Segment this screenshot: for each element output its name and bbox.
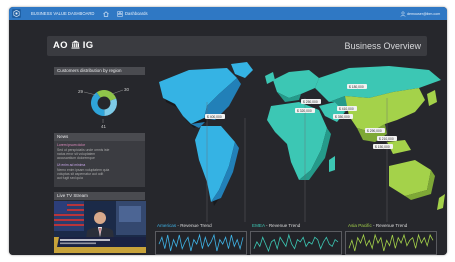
news-panel-title: News — [54, 133, 145, 141]
news-line: accusantium doloremque — [57, 155, 95, 160]
org-suffix: IG — [82, 40, 94, 51]
live-video[interactable] — [54, 201, 146, 253]
trend-title-asia-pacific: Asia Pacific - Revenue Trend — [348, 223, 407, 228]
video-frame — [54, 201, 146, 253]
world-map-svg: $ 400,000 $ 250,000 $ 320,000 $ 410,000 … — [159, 62, 445, 222]
callout-label: $ 410,000 — [339, 107, 354, 111]
south-america[interactable] — [195, 126, 239, 202]
trend-chart-emea[interactable] — [250, 231, 342, 255]
callout-4[interactable]: $ 180,000 — [347, 84, 367, 89]
callout-label: $ 210,000 — [379, 137, 394, 141]
donut-slice-0[interactable] — [96, 90, 117, 101]
user-email[interactable]: demouser@ibm.com — [407, 12, 440, 16]
org-logo: AO IG — [53, 40, 93, 51]
live-panel-title: Live TV Stream — [54, 192, 145, 200]
callout-label: $ 350,000 — [335, 115, 350, 119]
trend-title-americas: Americas - Revenue Trend — [157, 223, 212, 228]
callout-label: $ 180,000 — [349, 85, 364, 89]
app-title: BUSINESS VALUE DASHBOARD — [31, 11, 95, 17]
callout-2[interactable]: $ 320,000 — [295, 108, 315, 113]
callout-8[interactable]: $ 150,000 — [373, 144, 393, 149]
trend-chart-americas[interactable] — [155, 231, 247, 255]
org-prefix: AO — [53, 40, 68, 51]
trend-line-americas — [158, 233, 244, 252]
trend-title-emea: EMEA - Revenue Trend — [252, 223, 300, 228]
page-title: Business Overview — [344, 41, 421, 51]
dashboard-window: BUSINESS VALUE DASHBOARD Dashboards demo… — [9, 7, 447, 255]
news-line: aut fugit sed quia — [57, 175, 83, 180]
trend-line-asia-pacific — [348, 233, 434, 252]
dashboard-content: AO IG Business Overview Customers distri… — [9, 20, 447, 255]
callout-label: $ 400,000 — [207, 115, 222, 119]
page-header: AO IG Business Overview — [47, 36, 427, 56]
callout-label: $ 320,000 — [297, 109, 312, 113]
breadcrumb-dashboards[interactable]: Dashboards — [125, 11, 148, 16]
callout-label: $ 150,000 — [375, 145, 390, 149]
trend-suffix: - Revenue Trend — [264, 223, 301, 228]
trend-chart-asia-pacific[interactable] — [345, 231, 437, 255]
trend-region: EMEA — [252, 223, 265, 228]
trend-region: Asia Pacific — [348, 223, 372, 228]
trend-line-emea — [253, 233, 339, 253]
callout-label: $ 290,000 — [367, 129, 382, 133]
callout-1[interactable]: $ 250,000 — [301, 99, 321, 104]
donut-label-2: 41 — [101, 124, 107, 129]
donut-panel-title: Customers distribution by region — [54, 67, 145, 75]
trend-region: Americas — [157, 223, 177, 228]
donut-slice-1[interactable] — [104, 98, 117, 116]
app-logo-icon[interactable] — [12, 9, 21, 18]
world-map: $ 400,000 $ 250,000 $ 320,000 $ 410,000 … — [149, 62, 447, 227]
user-icon[interactable] — [400, 11, 406, 17]
trend-suffix: - Revenue Trend — [176, 223, 212, 228]
dashboards-icon[interactable] — [117, 10, 123, 17]
donut-chart: 29 30 41 — [78, 87, 130, 129]
callout-label: $ 250,000 — [303, 100, 318, 104]
callout-7[interactable]: $ 210,000 — [377, 136, 397, 141]
donut-label-0: 29 — [78, 89, 84, 94]
flag-graphic — [54, 201, 84, 231]
trend-suffix: - Revenue Trend — [371, 223, 408, 228]
home-icon[interactable] — [103, 10, 109, 17]
callout-3[interactable]: $ 410,000 — [337, 106, 357, 111]
news-panel: Lorem ipsum dolor Sed ut perspiciatis un… — [54, 141, 145, 187]
asia-pacific[interactable] — [345, 88, 445, 210]
donut-panel: 29 30 41 — [54, 76, 145, 130]
callout-0[interactable]: $ 400,000 — [205, 114, 225, 119]
callout-6[interactable]: $ 290,000 — [365, 128, 385, 133]
callout-5[interactable]: $ 350,000 — [333, 114, 353, 119]
europe[interactable] — [265, 70, 319, 102]
donut-label-1: 30 — [124, 87, 130, 92]
top-bar: BUSINESS VALUE DASHBOARD Dashboards demo… — [9, 7, 447, 20]
bank-icon — [71, 40, 80, 49]
